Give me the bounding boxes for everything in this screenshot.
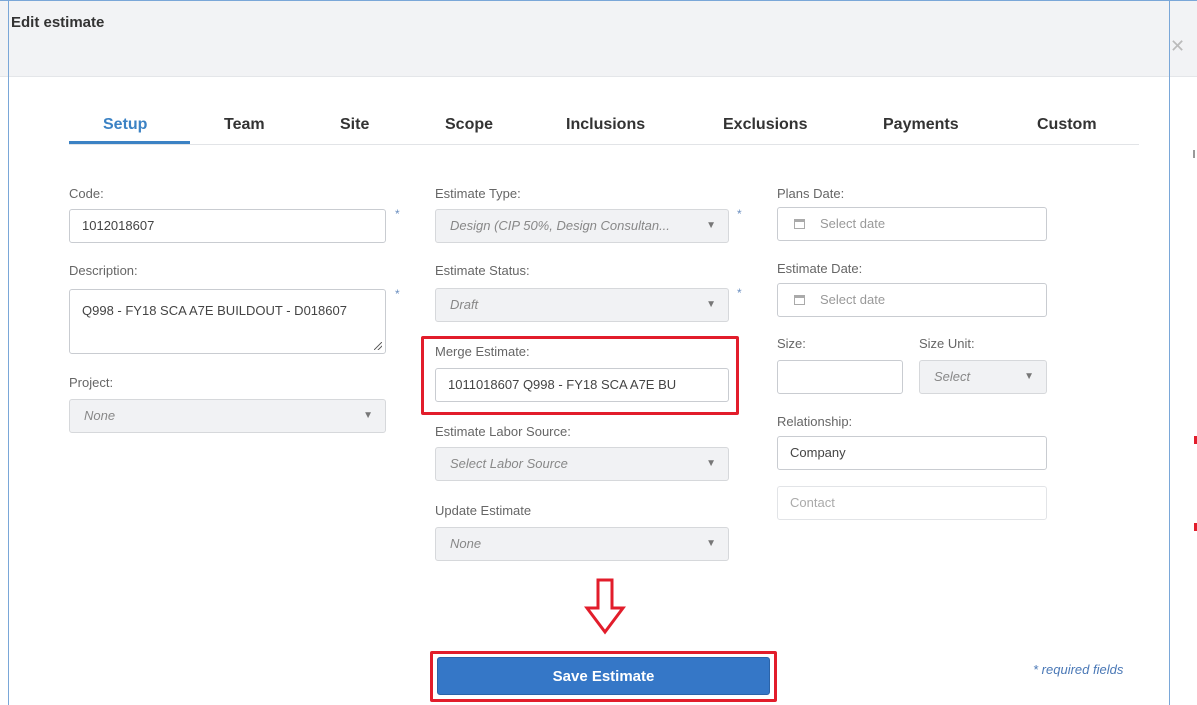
estimate-date-picker[interactable]: Select date: [777, 283, 1047, 317]
edge-fragment: [1193, 150, 1195, 158]
chevron-down-icon: ▼: [706, 458, 716, 469]
labor-source-select[interactable]: Select Labor Source ▼: [435, 447, 729, 481]
size-unit-select[interactable]: Select ▼: [919, 360, 1047, 394]
tab-team[interactable]: Team: [224, 116, 265, 134]
update-estimate-select[interactable]: None ▼: [435, 527, 729, 561]
chevron-down-icon: ▼: [706, 220, 716, 231]
estimate-type-selected-value: Design (CIP 50%, Design Consultan...: [450, 218, 670, 233]
down-arrow-icon: [584, 578, 626, 635]
tab-inclusions[interactable]: Inclusions: [566, 116, 645, 134]
close-icon[interactable]: ✕: [1170, 36, 1185, 57]
active-tab-indicator: [69, 141, 190, 144]
tab-site[interactable]: Site: [340, 116, 369, 134]
size-unit-label: Size Unit:: [919, 336, 975, 351]
project-select[interactable]: None ▼: [69, 399, 386, 433]
size-label: Size:: [777, 336, 806, 351]
tab-setup[interactable]: Setup: [103, 116, 147, 134]
update-estimate-selected-value: None: [450, 536, 482, 551]
required-marker: *: [737, 286, 742, 300]
chevron-down-icon: ▼: [706, 538, 716, 549]
estimate-type-select[interactable]: Design (CIP 50%, Design Consultan... ▼: [435, 209, 729, 243]
plans-date-label: Plans Date:: [777, 186, 845, 201]
estimate-date-label: Estimate Date:: [777, 261, 863, 276]
estimate-status-selected-value: Draft: [450, 297, 479, 312]
size-field[interactable]: [777, 360, 903, 394]
plans-date-picker[interactable]: Select date: [777, 207, 1047, 241]
required-marker: *: [395, 207, 400, 221]
description-text: Q998 - FY18 SCA A7E BUILDOUT - D018607: [82, 303, 347, 318]
code-label: Code:: [69, 186, 104, 201]
estimate-status-select[interactable]: Draft ▼: [435, 288, 729, 322]
tab-scope[interactable]: Scope: [445, 116, 493, 134]
chevron-down-icon: ▼: [1024, 371, 1034, 382]
relationship-label: Relationship:: [777, 414, 853, 429]
tab-exclusions[interactable]: Exclusions: [723, 116, 807, 134]
tab-bar: Setup Team Site Scope Inclusions Exclusi…: [69, 104, 1139, 145]
project-label: Project:: [69, 375, 114, 390]
estimate-type-label: Estimate Type:: [435, 186, 521, 201]
contact-field[interactable]: Contact: [777, 486, 1047, 520]
update-estimate-label: Update Estimate: [435, 503, 532, 518]
plans-date-placeholder: Select date: [820, 216, 886, 231]
required-marker: *: [737, 207, 742, 221]
labor-source-label: Estimate Labor Source:: [435, 424, 571, 439]
chevron-down-icon: ▼: [706, 299, 716, 310]
tab-payments[interactable]: Payments: [883, 116, 959, 134]
code-field[interactable]: 1012018607: [69, 209, 386, 243]
estimate-date-placeholder: Select date: [820, 292, 886, 307]
required-fields-note: * required fields: [1033, 662, 1124, 677]
merge-estimate-label: Merge Estimate:: [435, 344, 530, 359]
tab-custom[interactable]: Custom: [1037, 116, 1097, 134]
size-unit-selected-value: Select: [934, 369, 971, 384]
labor-source-selected-value: Select Labor Source: [450, 456, 568, 471]
calendar-icon: [794, 295, 805, 305]
required-marker: *: [395, 287, 400, 301]
estimate-status-label: Estimate Status:: [435, 263, 530, 278]
save-estimate-button[interactable]: Save Estimate: [437, 657, 770, 695]
description-field[interactable]: Q998 - FY18 SCA A7E BUILDOUT - D018607: [69, 289, 386, 354]
project-selected-value: None: [84, 408, 116, 423]
company-field[interactable]: Company: [777, 436, 1047, 470]
calendar-icon: [794, 219, 805, 229]
description-label: Description:: [69, 263, 138, 278]
chevron-down-icon: ▼: [363, 410, 373, 421]
edit-estimate-dialog: Edit estimate ✕ Setup Team Site Scope In…: [0, 0, 1197, 705]
resize-grip-icon[interactable]: [374, 342, 382, 350]
merge-estimate-field[interactable]: 1011018607 Q998 - FY18 SCA A7E BU: [435, 368, 729, 402]
